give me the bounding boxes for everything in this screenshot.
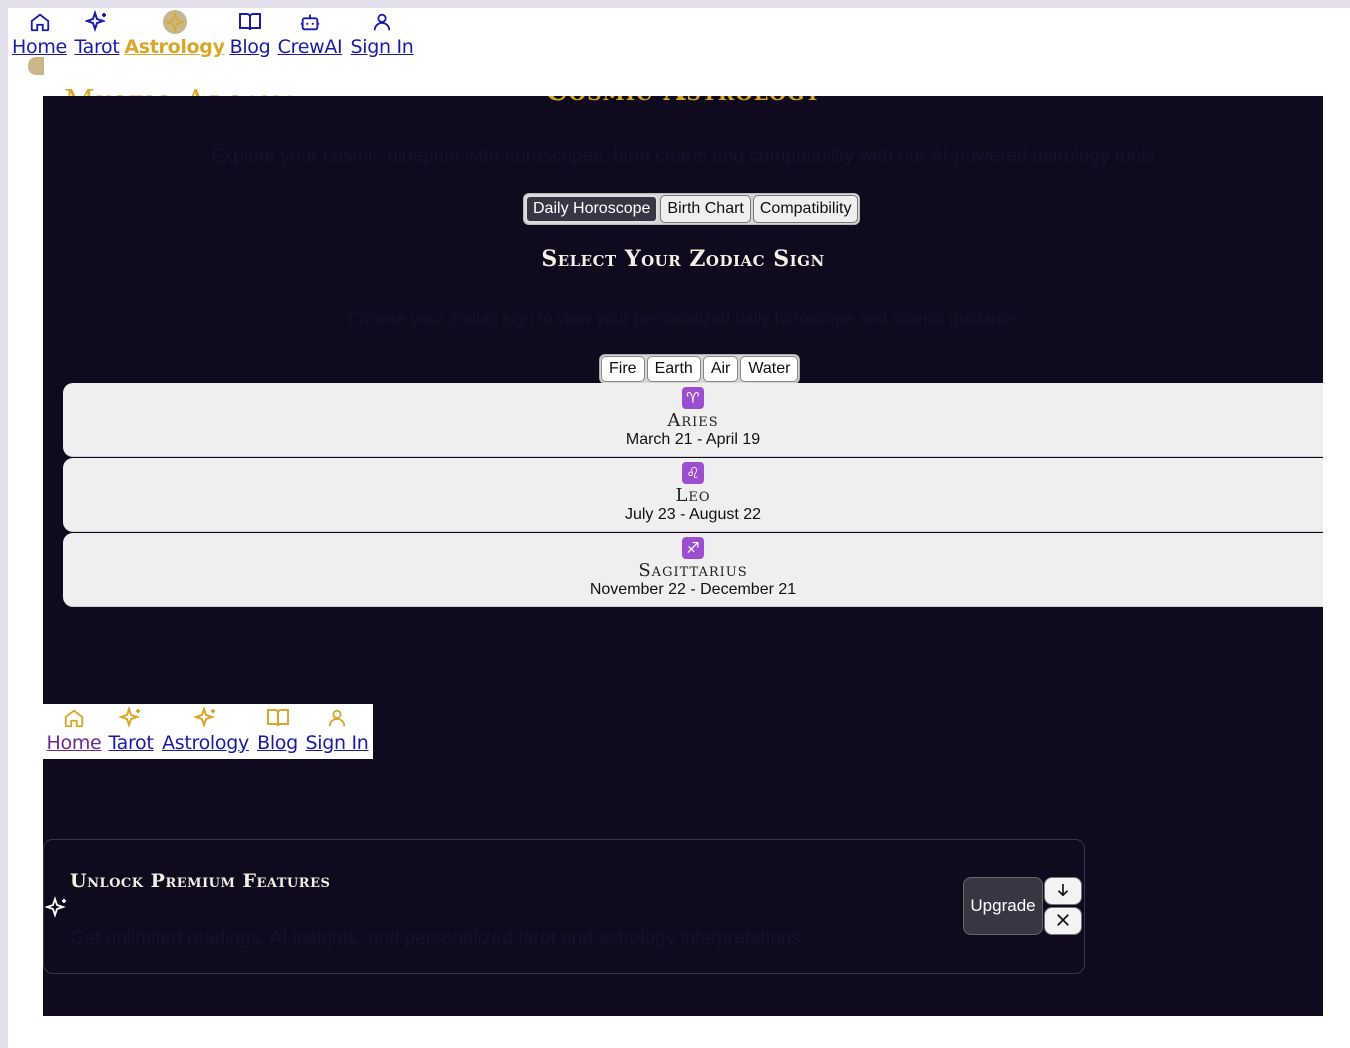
back-arrow-icon[interactable] xyxy=(28,57,44,75)
bottom-nav-home-label: Home xyxy=(46,732,102,754)
nav-home[interactable]: Home xyxy=(8,8,71,60)
zodiac-sign-list: ♈ Aries March 21 - April 19 ♌ Leo July 2… xyxy=(63,383,1323,608)
top-nav: Home Tarot Astrology Blog CrewAI Sign In xyxy=(8,8,418,60)
nav-sign-in[interactable]: Sign In xyxy=(346,8,418,60)
astrology-tabs: Daily Horoscope Birth Chart Compatibilit… xyxy=(523,193,861,225)
premium-description: Get unlimited readings, AI insights, and… xyxy=(70,928,801,949)
sign-name: Leo xyxy=(675,485,711,506)
home-icon xyxy=(29,8,51,36)
element-filter: Fire Earth Air Water xyxy=(599,354,801,384)
bottom-nav-sign-in-label: Sign In xyxy=(305,732,369,754)
nav-sign-in-label: Sign In xyxy=(350,36,414,58)
home-icon xyxy=(63,704,85,732)
nav-astrology-label: Astrology xyxy=(124,36,225,58)
bottom-nav-blog-label: Blog xyxy=(257,732,298,754)
window-left-border xyxy=(0,0,8,1048)
aries-icon: ♈ xyxy=(682,387,704,409)
page-subtitle: Explore your cosmic blueprint with horos… xyxy=(210,146,1156,167)
section-title: Select Your Zodiac Sign xyxy=(541,246,825,272)
sparkles-icon xyxy=(193,704,218,732)
nav-tarot-label: Tarot xyxy=(74,36,120,58)
book-icon xyxy=(238,8,262,36)
bot-icon xyxy=(299,8,321,36)
tab-compatibility[interactable]: Compatibility xyxy=(752,195,859,223)
bottom-nav-astrology-label: Astrology xyxy=(162,732,249,754)
expand-button[interactable] xyxy=(1044,877,1082,905)
bottom-nav-blog[interactable]: Blog xyxy=(254,704,301,759)
sign-name: Sagittarius xyxy=(638,560,748,581)
sign-card-sagittarius[interactable]: ♐ Sagittarius November 22 - December 21 xyxy=(63,533,1323,607)
nav-crewai[interactable]: CrewAI xyxy=(274,8,346,60)
bottom-nav-tarot-label: Tarot xyxy=(108,732,154,754)
nav-home-label: Home xyxy=(12,36,67,58)
arrow-down-icon xyxy=(1054,881,1072,902)
book-icon xyxy=(266,704,290,732)
nav-blog-label: Blog xyxy=(229,36,271,58)
bottom-nav-home[interactable]: Home xyxy=(43,704,105,759)
close-button[interactable] xyxy=(1044,907,1082,935)
bottom-nav-tarot[interactable]: Tarot xyxy=(105,704,157,759)
sign-dates: March 21 - April 19 xyxy=(625,431,761,448)
upgrade-button[interactable]: Upgrade xyxy=(963,877,1043,935)
nav-crewai-label: CrewAI xyxy=(277,36,343,58)
sparkles-icon xyxy=(85,8,109,36)
premium-banner: Unlock Premium Features Get unlimited re… xyxy=(43,839,1085,974)
sign-name: Aries xyxy=(667,410,719,431)
sign-card-aries[interactable]: ♈ Aries March 21 - April 19 xyxy=(63,383,1323,457)
sign-card-leo[interactable]: ♌ Leo July 23 - August 22 xyxy=(63,458,1323,532)
nav-blog[interactable]: Blog xyxy=(226,8,274,60)
bottom-nav-astrology[interactable]: Astrology xyxy=(157,704,254,759)
tab-daily-horoscope[interactable]: Daily Horoscope xyxy=(525,195,659,223)
user-icon xyxy=(326,704,348,732)
bottom-nav-sign-in[interactable]: Sign In xyxy=(301,704,373,759)
nav-astrology[interactable]: Astrology xyxy=(123,8,226,60)
filter-water[interactable]: Water xyxy=(740,356,799,382)
bottom-nav: Home Tarot Astrology Blog Sign In xyxy=(43,704,373,759)
sparkles-icon xyxy=(119,704,143,732)
leo-icon: ♌ xyxy=(682,462,704,484)
sign-dates: November 22 - December 21 xyxy=(589,581,797,598)
close-icon xyxy=(1054,911,1072,932)
window-top-border xyxy=(0,0,1350,8)
filter-earth[interactable]: Earth xyxy=(646,356,701,382)
user-icon xyxy=(371,8,393,36)
star-icon xyxy=(162,8,188,36)
filter-fire[interactable]: Fire xyxy=(601,356,645,382)
sign-dates: July 23 - August 22 xyxy=(624,506,762,523)
section-subtitle: Choose your zodiac sign to view your per… xyxy=(347,309,1019,328)
sparkles-icon xyxy=(44,895,70,921)
nav-tarot[interactable]: Tarot xyxy=(71,8,123,60)
filter-air[interactable]: Air xyxy=(702,356,739,382)
sagittarius-icon: ♐ xyxy=(682,537,704,559)
page-title: Cosmic Astrology xyxy=(43,96,1323,107)
premium-title: Unlock Premium Features xyxy=(70,870,331,892)
tab-birth-chart[interactable]: Birth Chart xyxy=(660,195,751,223)
